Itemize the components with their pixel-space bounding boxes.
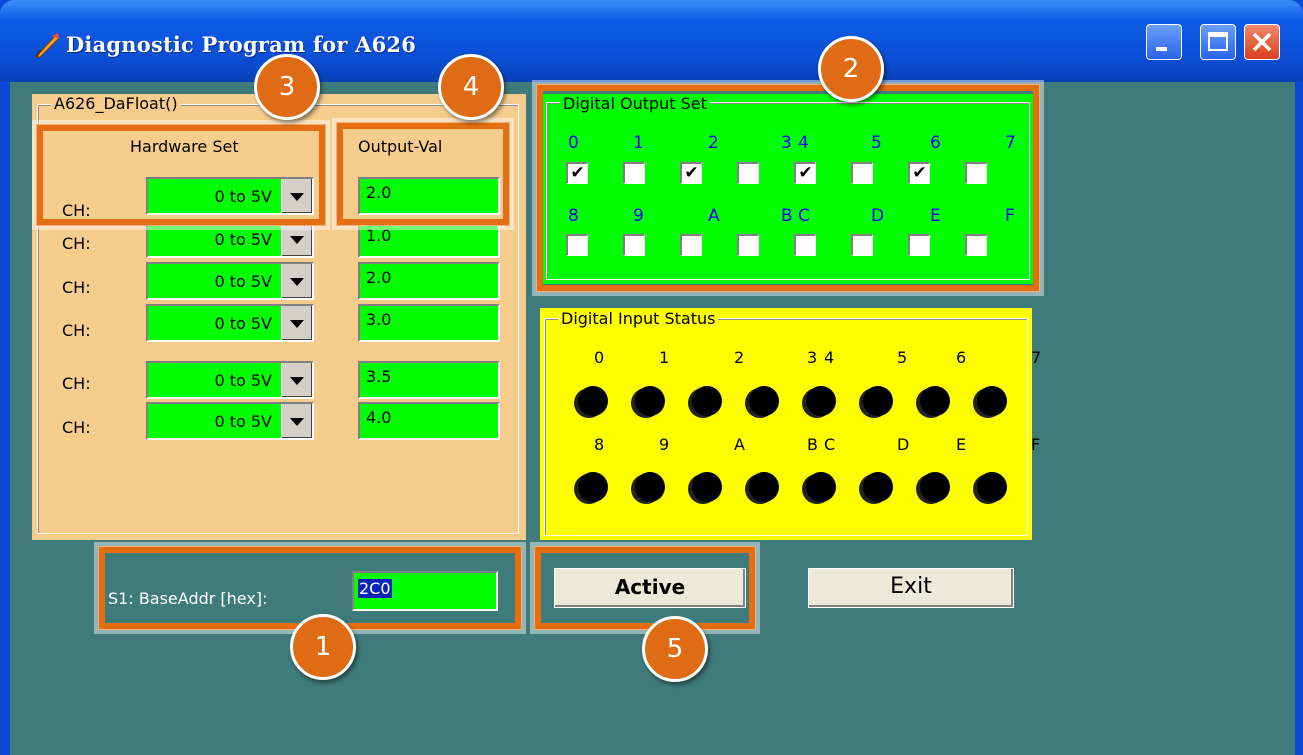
highlight-frame-output-val <box>332 118 514 230</box>
bit-label: D <box>897 435 910 454</box>
maximize-icon <box>1208 32 1228 51</box>
status-led-icon <box>977 472 1007 502</box>
bit-label: 7 <box>1031 348 1042 367</box>
maximize-button[interactable] <box>1200 24 1236 60</box>
bit-label: 6 <box>956 348 967 367</box>
range-select-value: 0 to 5V <box>214 230 272 249</box>
bit-label: 5 <box>897 348 908 367</box>
close-button[interactable] <box>1244 24 1280 60</box>
chevron-down-icon[interactable] <box>281 264 312 298</box>
bit-label: 2 <box>734 348 745 367</box>
exit-button[interactable]: Exit <box>808 568 1014 608</box>
bit-label: 3 <box>807 348 818 367</box>
status-led-icon <box>749 386 779 416</box>
callout-badge-4: 4 <box>438 54 504 120</box>
highlight-frame-hardware-set <box>32 120 330 230</box>
chevron-down-icon[interactable] <box>281 222 312 256</box>
output-value-field[interactable]: 3.5 <box>358 361 500 399</box>
chevron-down-icon[interactable] <box>281 404 312 438</box>
callout-badge-2: 2 <box>818 36 884 102</box>
callout-badge-3: 3 <box>254 54 320 120</box>
bit-label: E <box>956 435 967 454</box>
window-title: Diagnostic Program for A626 <box>66 32 417 57</box>
minimize-icon <box>1156 47 1167 51</box>
bit-label: 0 <box>594 348 605 367</box>
channel-label: CH: <box>62 418 91 437</box>
status-led-icon <box>635 386 665 416</box>
status-led-icon <box>920 472 950 502</box>
range-select[interactable]: 0 to 5V <box>146 402 314 440</box>
bit-label: 1 <box>659 348 670 367</box>
close-icon <box>1252 32 1272 52</box>
status-led-icon <box>578 386 608 416</box>
highlight-frame-active <box>530 542 760 634</box>
range-select-value: 0 to 5V <box>214 272 272 291</box>
highlight-frame-digital-output <box>532 80 1044 296</box>
app-window: Diagnostic Program for A626 A626_DaFloat… <box>0 0 1303 755</box>
status-led-icon <box>920 386 950 416</box>
bit-label: 8 <box>594 435 605 454</box>
bit-label: C <box>824 435 836 454</box>
status-led-icon <box>578 472 608 502</box>
callout-badge-1: 1 <box>290 614 356 680</box>
bit-label: B <box>807 435 818 454</box>
app-feather-icon <box>34 33 60 58</box>
range-select[interactable]: 0 to 5V <box>146 304 314 342</box>
chevron-down-icon[interactable] <box>281 306 312 340</box>
output-value-field[interactable]: 4.0 <box>358 402 500 440</box>
digital-input-label: Digital Input Status <box>558 310 719 328</box>
range-select-value: 0 to 5V <box>214 314 272 333</box>
status-led-icon <box>692 386 722 416</box>
status-led-icon <box>806 472 836 502</box>
channel-label: CH: <box>62 374 91 393</box>
channel-label: CH: <box>62 321 91 340</box>
status-led-icon <box>635 472 665 502</box>
da-float-group-label: A626_DaFloat() <box>51 95 181 113</box>
bit-label: 4 <box>824 348 835 367</box>
bit-label: A <box>734 435 745 454</box>
status-led-icon <box>863 386 893 416</box>
status-led-icon <box>692 472 722 502</box>
range-select-value: 0 to 5V <box>214 412 272 431</box>
status-led-icon <box>863 472 893 502</box>
title-bar[interactable]: Diagnostic Program for A626 <box>0 0 1303 82</box>
callout-badge-5: 5 <box>642 616 708 682</box>
channel-label: CH: <box>62 278 91 297</box>
chevron-down-icon[interactable] <box>281 363 312 397</box>
range-select[interactable]: 0 to 5V <box>146 262 314 300</box>
status-led-icon <box>749 472 779 502</box>
range-select[interactable]: 0 to 5V <box>146 361 314 399</box>
output-value-field[interactable]: 3.0 <box>358 304 500 342</box>
minimize-button[interactable] <box>1146 24 1182 60</box>
bit-label: F <box>1031 435 1041 454</box>
output-value-field[interactable]: 2.0 <box>358 262 500 300</box>
status-led-icon <box>806 386 836 416</box>
range-select-value: 0 to 5V <box>214 371 272 390</box>
channel-label: CH: <box>62 234 91 253</box>
digital-input-panel: Digital Input Status <box>540 308 1032 540</box>
status-led-icon <box>977 386 1007 416</box>
bit-label: 9 <box>659 435 670 454</box>
